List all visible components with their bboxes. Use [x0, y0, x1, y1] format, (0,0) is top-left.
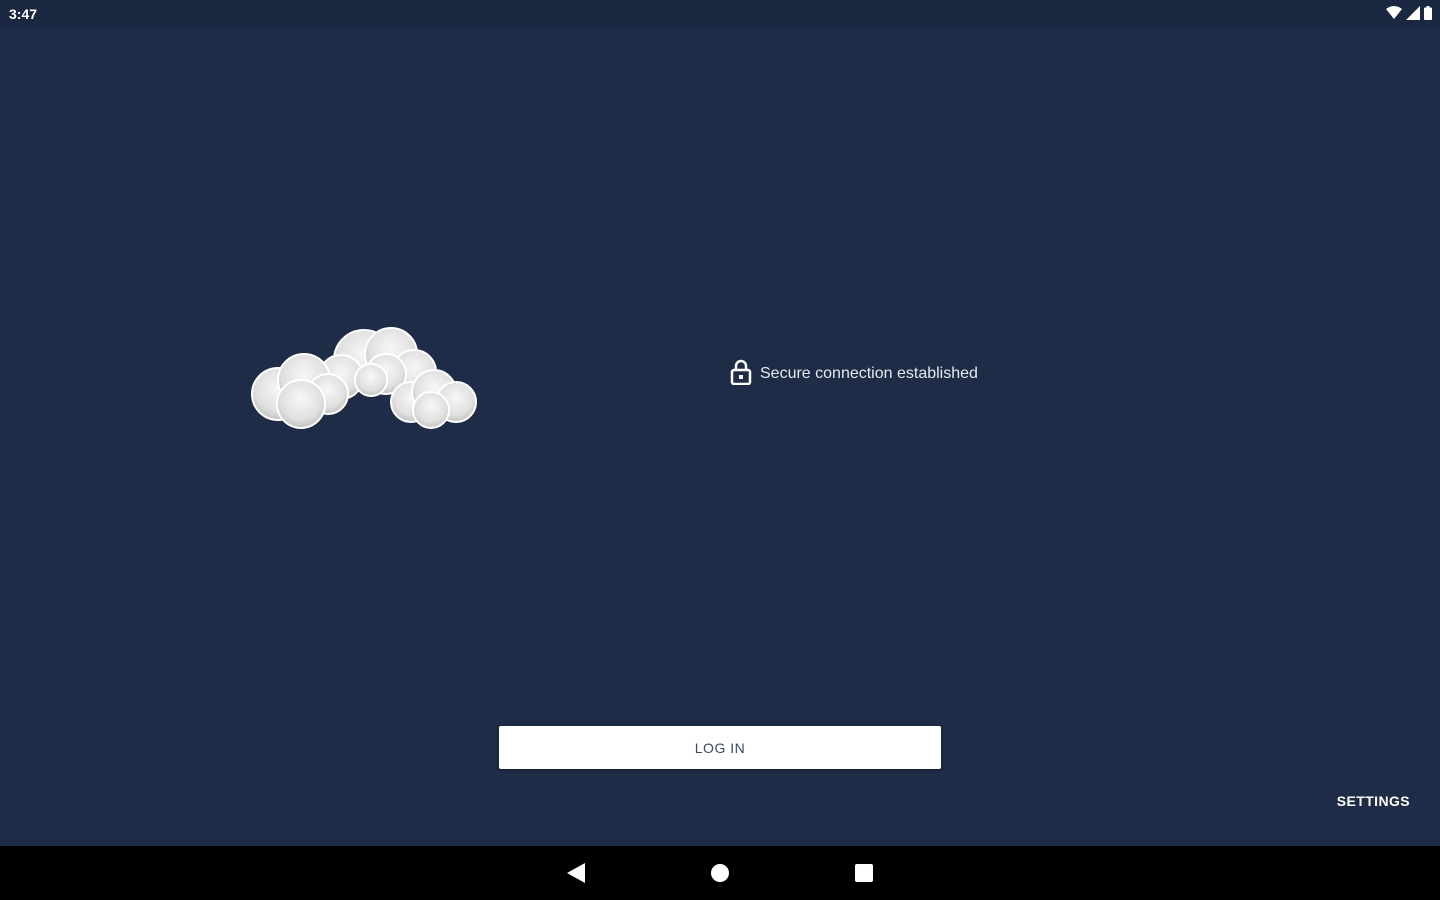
secure-connection-text: Secure connection established — [760, 365, 978, 382]
cloud-logo-icon — [246, 322, 484, 434]
status-time: 3:47 — [9, 6, 38, 22]
secure-connection-status: Secure connection established — [730, 359, 978, 390]
status-bar: 3:47 — [0, 0, 1440, 28]
settings-button[interactable]: SETTINGS — [1331, 789, 1416, 813]
lock-icon — [730, 359, 752, 390]
battery-icon — [1424, 6, 1432, 25]
signal-icon — [1406, 6, 1420, 25]
recents-icon[interactable] — [851, 860, 877, 886]
navigation-bar — [0, 846, 1440, 900]
home-icon[interactable] — [707, 860, 733, 886]
login-button[interactable]: LOG IN — [499, 726, 941, 769]
status-icons — [1386, 6, 1432, 25]
login-screen: 3:47 Secure connection established LOG I… — [0, 0, 1440, 900]
wifi-icon — [1386, 6, 1402, 25]
back-icon[interactable] — [563, 860, 589, 886]
